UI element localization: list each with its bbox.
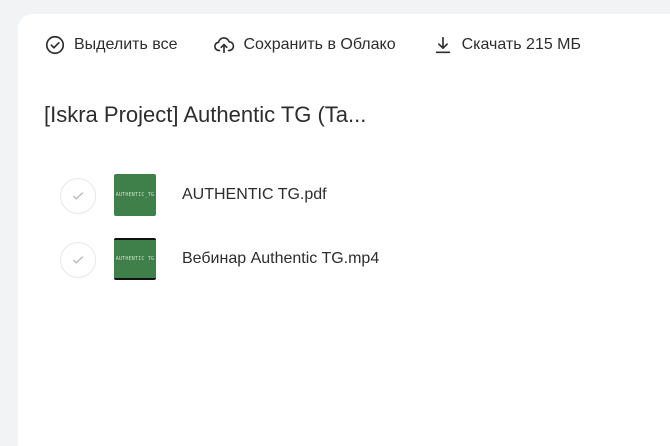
check-icon <box>72 192 84 200</box>
select-all-button[interactable]: Выделить все <box>44 34 177 56</box>
file-name: AUTHENTIC TG.pdf <box>182 186 327 203</box>
file-row-video[interactable]: AUTHENTIC TG Вебинар Authentic TG.mp4 <box>18 236 670 300</box>
video-thumbnail: AUTHENTIC TG <box>114 238 156 280</box>
pdf-thumbnail: AUTHENTIC_TG <box>114 174 156 216</box>
download-icon <box>435 36 450 54</box>
thumbnail-text: AUTHENTIC TG <box>115 256 155 262</box>
check-icon <box>72 256 84 264</box>
toolbar: Выделить все Сохранить в Облако Скачать … <box>44 33 581 57</box>
file-checkbox[interactable] <box>60 178 96 214</box>
download-label: Скачать 215 МБ <box>461 36 582 53</box>
cloud-upload-icon <box>214 37 235 54</box>
select-all-label: Выделить все <box>74 36 178 53</box>
download-button[interactable]: Скачать 215 МБ <box>432 34 581 56</box>
save-to-cloud-label: Сохранить в Облако <box>243 36 396 53</box>
file-list: AUTHENTIC_TG AUTHENTIC TG.pdf AUTHENTIC … <box>18 172 670 300</box>
file-row-pdf[interactable]: AUTHENTIC_TG AUTHENTIC TG.pdf <box>18 172 670 236</box>
thumbnail-text: AUTHENTIC_TG <box>115 192 155 198</box>
file-name: Вебинар Authentic TG.mp4 <box>182 250 380 267</box>
folder-title: [Iskra Project] Authentic TG (Ta... <box>44 102 367 127</box>
file-checkbox[interactable] <box>60 242 96 278</box>
save-to-cloud-button[interactable]: Сохранить в Облако <box>213 34 396 56</box>
file-panel: Выделить все Сохранить в Облако Скачать … <box>18 14 670 446</box>
check-circle-icon <box>45 35 65 55</box>
